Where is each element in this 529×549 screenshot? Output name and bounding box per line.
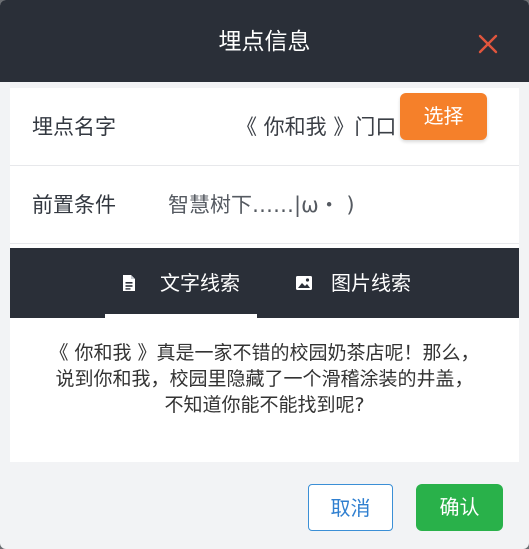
select-button[interactable]: 选择: [400, 93, 487, 140]
dialog-header: 埋点信息: [0, 0, 529, 82]
condition-value: 智慧树下……|ω・ ): [168, 193, 355, 217]
name-label: 埋点名字: [32, 115, 116, 139]
tab-text-clue[interactable]: 文字线索: [105, 248, 257, 318]
name-value: 《 你和我 》门口: [236, 115, 397, 139]
tab-image-clue-label: 图片线索: [331, 271, 411, 295]
marker-info-dialog: 埋点信息 埋点名字 《 你和我 》门口 前置条件 智慧树下……|ω・ ) 文字线…: [0, 0, 529, 549]
dialog-body: 埋点名字 《 你和我 》门口 前置条件 智慧树下……|ω・ ) 文字线索 图片线…: [10, 88, 519, 462]
condition-label: 前置条件: [32, 193, 116, 217]
image-icon: [296, 276, 312, 290]
confirm-button[interactable]: 确认: [416, 484, 503, 531]
dialog-title: 埋点信息: [218, 29, 311, 55]
clue-line: 说到你和我，校园里隐藏了一个滑稽涂装的井盖，: [55, 368, 474, 390]
clue-line: 不知道你能不能找到呢?: [164, 394, 365, 416]
close-icon[interactable]: [477, 33, 499, 55]
active-tab-indicator: [105, 314, 257, 318]
clue-line: 《 你和我 》真是一家不错的校园奶茶店呢！那么，: [49, 342, 480, 364]
tab-image-clue[interactable]: 图片线索: [276, 248, 436, 318]
document-icon: [123, 275, 135, 291]
cancel-button[interactable]: 取消: [308, 484, 393, 531]
clue-tabs: 文字线索 图片线索: [10, 248, 519, 318]
clue-text: 《 你和我 》真是一家不错的校园奶茶店呢！那么， 说到你和我，校园里隐藏了一个滑…: [28, 340, 501, 418]
tab-text-clue-label: 文字线索: [160, 271, 240, 295]
condition-row: 前置条件 智慧树下……|ω・ ): [10, 166, 519, 244]
